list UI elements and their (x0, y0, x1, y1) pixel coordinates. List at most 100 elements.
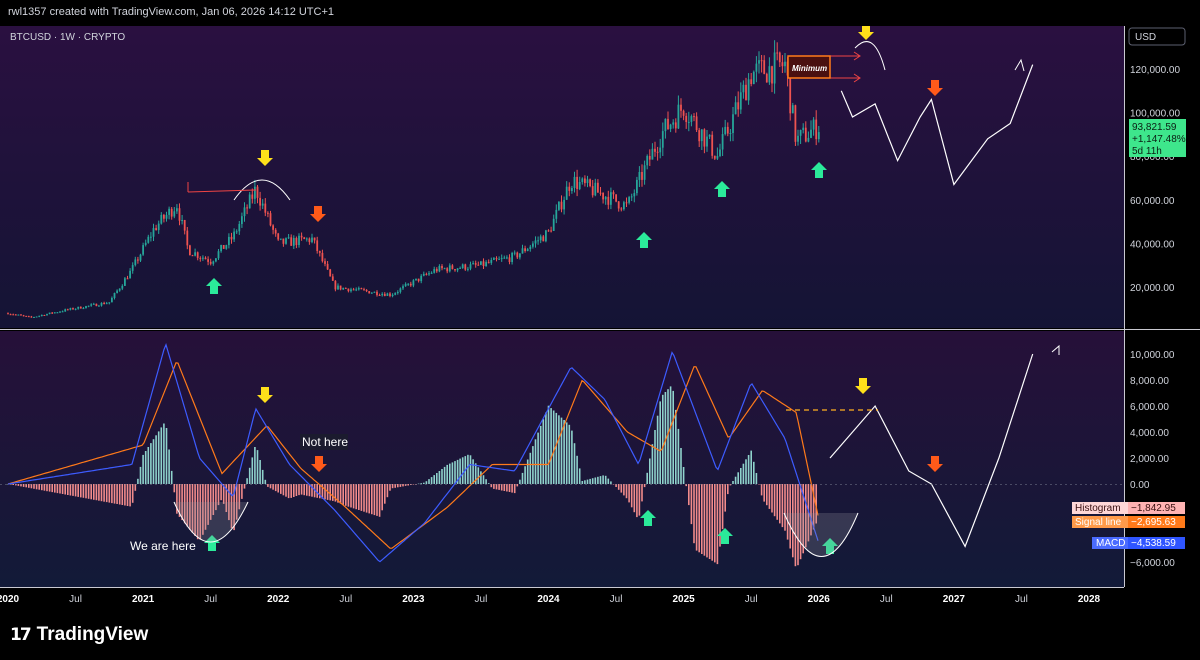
histogram-bar (576, 455, 578, 484)
candle-body (105, 303, 108, 305)
candle-body (178, 208, 181, 221)
histogram-bar (430, 477, 433, 484)
candle-body (799, 130, 802, 136)
candle-body (672, 122, 675, 125)
macd-axis-tick: 10,000.00 (1130, 350, 1175, 361)
histogram-bar (568, 424, 571, 484)
histogram-bar (358, 484, 360, 510)
candle-body (399, 288, 402, 292)
candle-body (22, 315, 25, 317)
histogram-bar (147, 447, 150, 484)
candle-body (160, 214, 163, 224)
candle-body (435, 269, 438, 272)
macd-axis-tick: 8,000.00 (1130, 376, 1169, 387)
candle-body (360, 288, 363, 290)
candle-body (404, 283, 407, 287)
time-axis-tick: Jul (204, 594, 217, 605)
histogram-bar (498, 484, 500, 490)
currency-label: USD (1135, 32, 1156, 43)
legend-macd-label: MACD (1096, 538, 1125, 549)
candle-body (778, 52, 781, 63)
histogram-bar (612, 484, 615, 485)
histogram-bar (760, 484, 763, 496)
candle-body (586, 179, 589, 183)
histogram-bar (480, 471, 482, 484)
histogram-bar (597, 476, 599, 484)
candle-body (747, 79, 750, 101)
candle-body (469, 264, 472, 269)
histogram-bar (48, 484, 51, 492)
candle-body (560, 201, 563, 210)
candle-body (776, 52, 779, 54)
histogram-bar (552, 410, 555, 484)
histogram-bar (129, 484, 131, 507)
histogram-bar (755, 473, 758, 484)
candle-body (215, 258, 217, 262)
histogram-bar (295, 484, 298, 496)
histogram-bar (105, 484, 108, 503)
candle-body (111, 298, 113, 303)
candle-body (482, 261, 485, 266)
candle-body (176, 208, 178, 212)
candle-body (716, 156, 719, 159)
histogram-bar (17, 484, 20, 486)
histogram-bar (220, 484, 222, 501)
candle-body (391, 294, 394, 296)
histogram-bar (59, 484, 61, 494)
time-axis-tick: Jul (610, 594, 623, 605)
histogram-bar (306, 484, 308, 496)
histogram-bar (355, 484, 357, 510)
candle-body (246, 207, 248, 209)
candle-body (511, 253, 513, 262)
histogram-bar (173, 484, 176, 493)
histogram-bar (386, 484, 389, 498)
histogram-bar (277, 484, 279, 493)
histogram-bar (74, 484, 77, 497)
histogram-bar (272, 484, 274, 490)
candle-body (526, 249, 529, 251)
tradingview-logo[interactable]: 17 TradingView (10, 624, 148, 646)
candle-body (628, 197, 630, 203)
candle-body (477, 264, 480, 266)
histogram-bar (706, 484, 708, 558)
histogram-bar (82, 484, 85, 498)
not-here-label: Not here (302, 435, 348, 449)
candle-body (630, 196, 633, 198)
histogram-bar (672, 390, 674, 484)
histogram-bar (157, 431, 160, 484)
histogram-bar (241, 484, 243, 499)
candle-body (20, 314, 22, 316)
candle-body (739, 92, 742, 110)
candle-body (331, 276, 334, 281)
histogram-bar (423, 482, 425, 484)
candle-body (308, 238, 311, 243)
candle-body (303, 237, 306, 239)
candle-body (599, 192, 602, 194)
candle-body (773, 52, 776, 84)
candle-body (474, 263, 477, 265)
histogram-bar (376, 484, 378, 516)
candle-body (659, 147, 662, 153)
histogram-bar (495, 484, 498, 490)
candle-body (636, 179, 638, 194)
histogram-bar (438, 471, 441, 484)
candle-body (680, 104, 682, 111)
histogram-bar (22, 484, 25, 487)
candle-body (758, 60, 760, 64)
time-axis-tick: 2027 (943, 594, 966, 605)
candle-body (584, 178, 586, 184)
histogram-bar (599, 476, 602, 484)
candle-body (791, 105, 794, 114)
candle-body (719, 149, 721, 156)
candle-body (724, 126, 727, 135)
candle-body (40, 315, 43, 316)
candle-body (220, 245, 222, 252)
histogram-bar (602, 475, 604, 484)
histogram-bar (436, 473, 438, 484)
histogram-bar (287, 484, 290, 499)
histogram-bar (384, 484, 386, 504)
histogram-bar (630, 484, 633, 508)
candle-body (459, 267, 461, 269)
credit-text: rwl1357 created with TradingView.com, Ja… (8, 6, 335, 18)
histogram-bar (701, 484, 703, 554)
